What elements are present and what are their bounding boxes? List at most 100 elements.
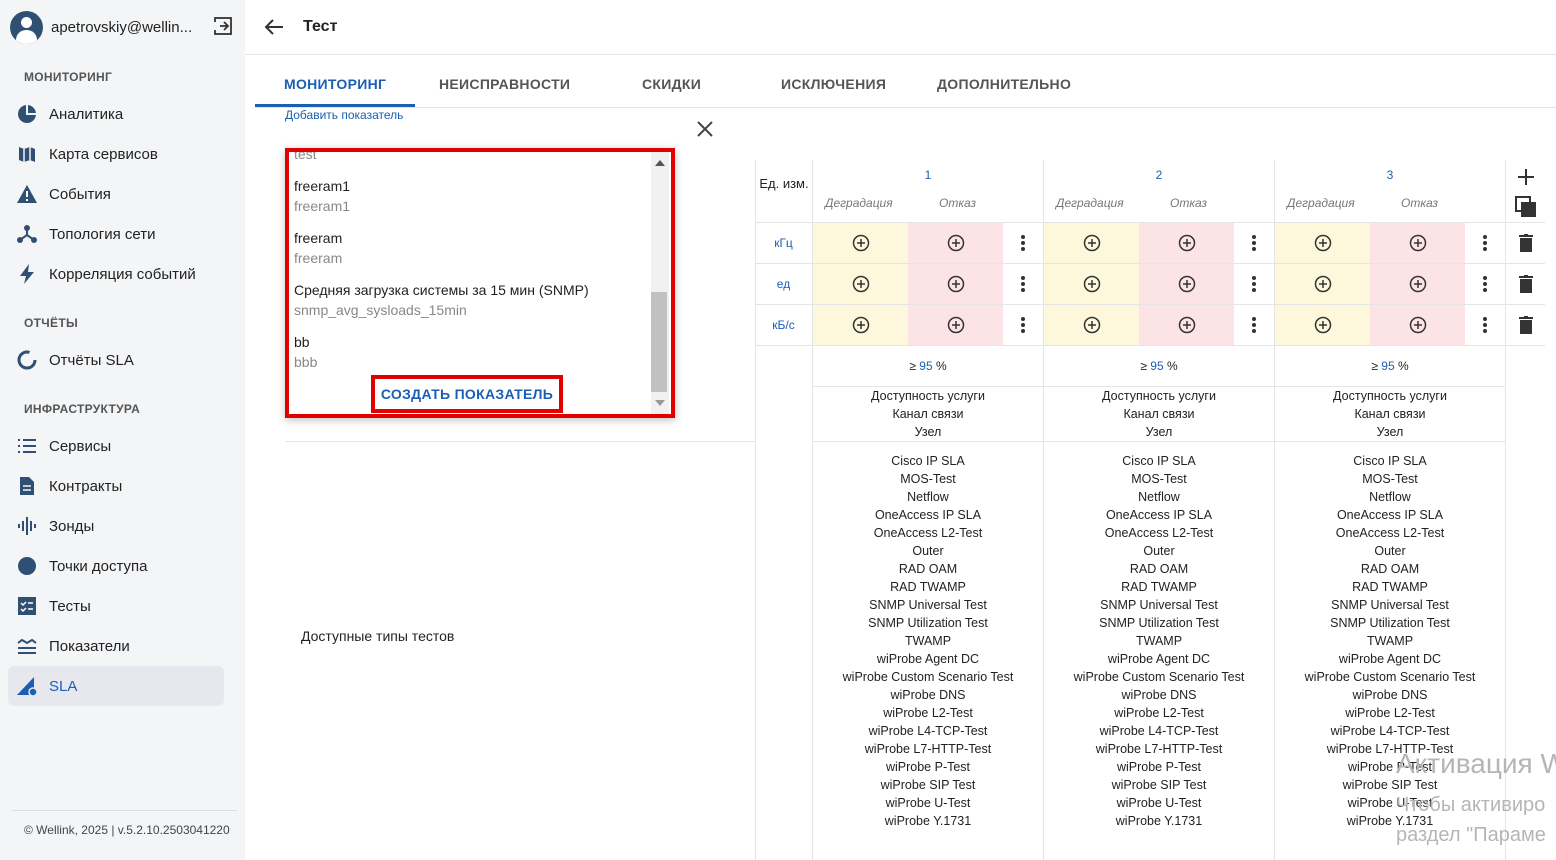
test-type-item: wiProbe Y.1731	[884, 814, 972, 828]
add-circle-icon[interactable]	[1409, 234, 1427, 252]
sidebar-item-contracts[interactable]: Контракты	[8, 466, 224, 506]
copy-icon[interactable]	[1515, 196, 1537, 218]
tab-faults[interactable]: НЕИСПРАВНОСТИ	[439, 76, 570, 92]
add-circle-icon[interactable]	[1314, 316, 1332, 334]
add-circle-icon[interactable]	[1083, 234, 1101, 252]
add-circle-icon[interactable]	[852, 275, 870, 293]
delete-icon[interactable]	[1519, 316, 1533, 334]
test-types-list: Cisco IP SLA MOS-Test Netflow OneAccess IP …	[813, 452, 1043, 830]
test-type-item: Cisco IP SLA	[1122, 454, 1196, 468]
unit-value[interactable]: кГц	[755, 236, 812, 250]
sidebar-item-sla[interactable]: SLA	[8, 666, 224, 706]
list-item[interactable]: freeram1 freeram1	[294, 178, 644, 214]
scrollbar-thumb[interactable]	[651, 292, 667, 392]
test-type-item: MOS-Test	[1362, 472, 1418, 486]
add-circle-icon[interactable]	[947, 275, 965, 293]
more-menu-icon[interactable]	[1465, 264, 1505, 304]
degradation-threshold-cell	[1044, 223, 1139, 263]
add-circle-icon[interactable]	[1314, 234, 1332, 252]
add-circle-icon[interactable]	[1314, 275, 1332, 293]
test-type-item: TWAMP	[1366, 634, 1414, 648]
add-circle-icon[interactable]	[852, 234, 870, 252]
list-item[interactable]: freeram freeram	[294, 230, 644, 266]
tab-bar: МОНИТОРИНГ НЕИСПРАВНОСТИ СКИДКИ ИСКЛЮЧЕН…	[255, 62, 1556, 108]
add-circle-icon[interactable]	[947, 234, 965, 252]
more-menu-icon[interactable]	[1234, 223, 1274, 263]
add-circle-icon[interactable]	[1178, 316, 1196, 334]
column-number: 2	[1155, 168, 1163, 182]
sidebar-item-indicators[interactable]: Показатели	[8, 626, 224, 666]
test-type-item: RAD TWAMP	[890, 580, 966, 594]
ring-icon	[16, 349, 38, 371]
degradation-label: Деградация	[1287, 196, 1355, 210]
sidebar-item-tests[interactable]: Тесты	[8, 586, 224, 626]
sidebar-item-events[interactable]: События	[8, 174, 224, 214]
section-monitoring: МОНИТОРИНГ	[24, 70, 113, 84]
list-item[interactable]: bb bbb	[294, 334, 644, 370]
test-type-item: RAD OAM	[898, 562, 958, 576]
test-type-item: OneAccess L2-Test	[873, 526, 983, 540]
scroll-up-icon[interactable]	[655, 160, 665, 166]
tab-exclusions[interactable]: ИСКЛЮЧЕНИЯ	[781, 76, 886, 92]
add-circle-icon[interactable]	[1178, 275, 1196, 293]
more-menu-icon[interactable]	[1465, 223, 1505, 263]
failure-threshold-cell	[1139, 305, 1234, 345]
sidebar-item-access-points[interactable]: Точки доступа	[8, 546, 224, 586]
close-icon[interactable]	[694, 118, 716, 140]
list-item[interactable]: Средняя загрузка системы за 15 мин (SNMP…	[294, 282, 644, 318]
degradation-threshold-cell	[1275, 305, 1370, 345]
add-column-icon[interactable]	[1517, 168, 1535, 186]
tab-discounts[interactable]: СКИДКИ	[642, 76, 701, 92]
add-circle-icon[interactable]	[852, 316, 870, 334]
back-arrow-icon[interactable]	[263, 16, 285, 38]
tab-monitoring[interactable]: МОНИТОРИНГ	[284, 76, 386, 92]
circle-icon	[16, 555, 38, 577]
list-item[interactable]: test	[294, 152, 644, 162]
unit-value[interactable]: кБ/с	[755, 318, 812, 332]
add-circle-icon[interactable]	[1409, 316, 1427, 334]
delete-icon[interactable]	[1519, 275, 1533, 293]
test-type-item: Netflow	[1369, 490, 1411, 504]
test-type-item: OneAccess L2-Test	[1104, 526, 1214, 540]
test-type-item: SNMP Utilization Test	[1330, 616, 1450, 630]
sidebar-item-probes[interactable]: Зонды	[8, 506, 224, 546]
more-menu-icon[interactable]	[1465, 305, 1505, 345]
create-indicator-button[interactable]: СОЗДАТЬ ПОКАЗАТЕЛЬ	[371, 375, 563, 413]
add-circle-icon[interactable]	[1083, 275, 1101, 293]
degradation-threshold-cell	[1275, 264, 1370, 304]
sidebar-item-analytics[interactable]: Аналитика	[8, 94, 224, 134]
more-menu-icon[interactable]	[1234, 305, 1274, 345]
tab-additional[interactable]: ДОПОЛНИТЕЛЬНО	[937, 76, 1071, 92]
logout-icon[interactable]	[213, 16, 233, 36]
add-indicator-link[interactable]: Добавить показатель	[285, 108, 403, 122]
test-type-item: Outer	[1143, 544, 1175, 558]
section-reports: ОТЧЁТЫ	[24, 316, 79, 330]
sidebar-item-service-map[interactable]: Карта сервисов	[8, 134, 224, 174]
more-menu-icon[interactable]	[1234, 264, 1274, 304]
more-menu-icon[interactable]	[1003, 223, 1043, 263]
test-type-item: SNMP Utilization Test	[1099, 616, 1219, 630]
add-circle-icon[interactable]	[1083, 316, 1101, 334]
scope-item: Доступность услуги	[1333, 389, 1447, 403]
more-menu-icon[interactable]	[1003, 264, 1043, 304]
test-type-item: wiProbe L7-HTTP-Test	[1095, 742, 1223, 756]
watermark: Чтобы активиро раздел "Параме	[1396, 794, 1546, 846]
user-block[interactable]: apetrovskiy@wellin...	[10, 10, 240, 44]
degradation-threshold-cell	[1044, 264, 1139, 304]
add-circle-icon[interactable]	[947, 316, 965, 334]
degradation-label: Деградация	[825, 196, 893, 210]
pie-chart-icon	[16, 103, 38, 125]
unit-value[interactable]: ед	[755, 277, 812, 291]
watermark: Активация W	[1396, 748, 1556, 779]
failure-threshold-cell	[908, 305, 1003, 345]
sidebar-item-topology[interactable]: Топология сети	[8, 214, 224, 254]
sidebar-item-correlation[interactable]: Корреляция событий	[8, 254, 224, 294]
delete-icon[interactable]	[1519, 234, 1533, 252]
sidebar-item-services[interactable]: Сервисы	[8, 426, 224, 466]
scroll-down-icon[interactable]	[655, 400, 665, 406]
more-menu-icon[interactable]	[1003, 305, 1043, 345]
sidebar-item-sla-reports[interactable]: Отчёты SLA	[8, 340, 224, 380]
add-circle-icon[interactable]	[1409, 275, 1427, 293]
scope-list: Доступность услуги Канал связи Узел	[813, 387, 1043, 441]
add-circle-icon[interactable]	[1178, 234, 1196, 252]
